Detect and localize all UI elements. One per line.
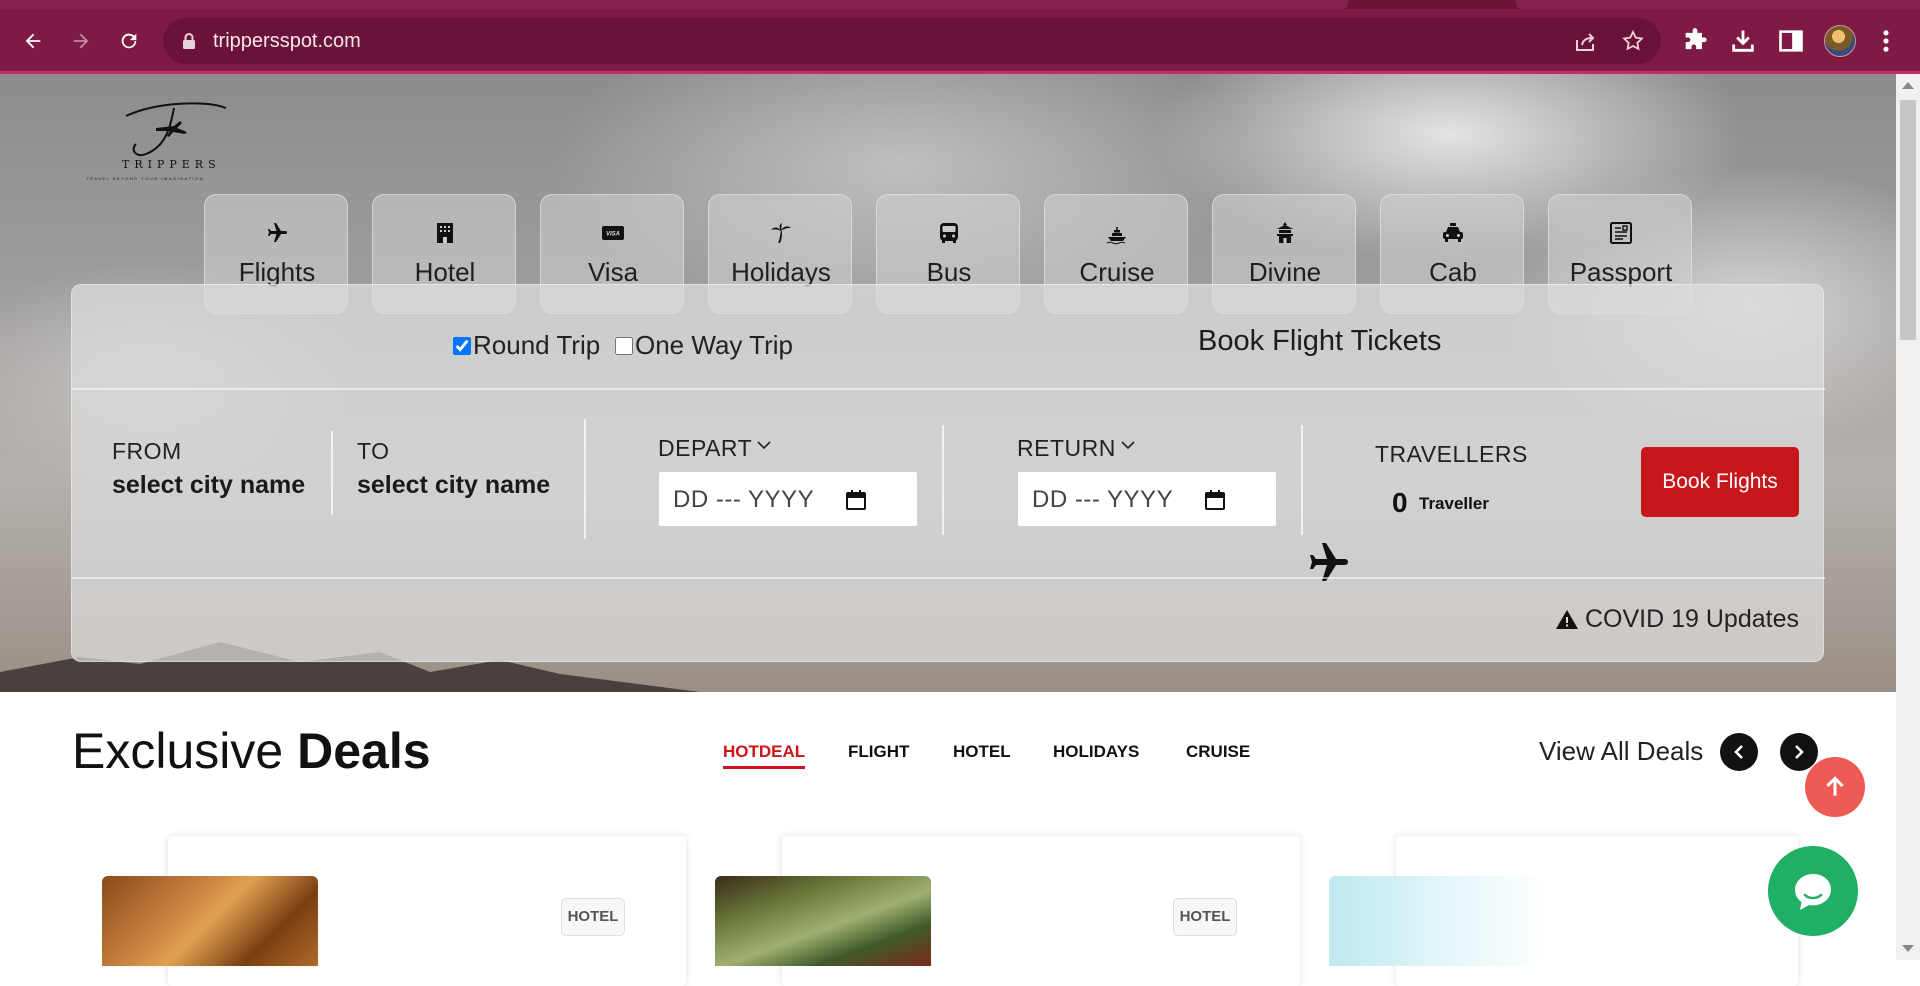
- logo-mark: [125, 102, 227, 156]
- depart-dropdown[interactable]: DEPART: [658, 435, 772, 462]
- return-date-input[interactable]: DD --- YYYY: [1017, 471, 1277, 527]
- divider: [942, 425, 944, 535]
- view-all-deals-link[interactable]: View All Deals: [1539, 736, 1703, 767]
- temple-icon: [1276, 222, 1294, 243]
- one-way-checkbox[interactable]: [615, 336, 633, 355]
- reload-icon: [121, 33, 137, 49]
- travellers-unit: Traveller: [1419, 494, 1489, 513]
- back-to-top-button[interactable]: [1805, 757, 1865, 817]
- lock-icon: [183, 33, 195, 49]
- arrow-up-icon: [1826, 776, 1844, 796]
- deal-image: [715, 876, 931, 966]
- depart-caption: DEPART: [658, 435, 753, 461]
- back-icon: [25, 33, 41, 49]
- covid-updates-link[interactable]: COVID 19 Updates: [1555, 605, 1799, 634]
- return-placeholder: DD --- YYYY: [1032, 486, 1174, 513]
- plane-icon: [268, 223, 287, 242]
- round-trip-option[interactable]: Round Trip: [453, 330, 600, 361]
- prev-deals-button[interactable]: [1720, 733, 1758, 771]
- chat-bubble-icon: [1795, 874, 1831, 910]
- to-value: select city name: [357, 471, 551, 499]
- chevron-down-icon: [1121, 441, 1135, 450]
- palm-tree-icon: [771, 223, 791, 243]
- return-caption: RETURN: [1017, 435, 1116, 461]
- one-way-label: One Way Trip: [635, 330, 793, 360]
- scroll-down-arrow[interactable]: [1902, 945, 1914, 952]
- flight-search-panel: Round Trip One Way Trip Book Flight Tick…: [71, 284, 1825, 662]
- deal-tab-cruise[interactable]: CRUISE: [1186, 742, 1250, 762]
- plane-icon: [1310, 543, 1348, 581]
- depart-date-input[interactable]: DD --- YYYY: [658, 471, 918, 527]
- svg-text:VISA: VISA: [606, 232, 620, 238]
- deal-image: [1329, 876, 1545, 966]
- download-icon[interactable]: [1729, 27, 1757, 55]
- from-caption: FROM: [112, 438, 182, 464]
- logo-brand: TRIPPERS: [122, 158, 221, 171]
- deal-tab-hotel[interactable]: HOTEL: [953, 742, 1011, 762]
- travellers-count: 0: [1392, 487, 1408, 518]
- deal-tab-holidays[interactable]: HOLIDAYS: [1053, 742, 1139, 762]
- calendar-icon[interactable]: [1204, 489, 1226, 511]
- address-bar[interactable]: trippersspot.com: [163, 18, 1661, 64]
- reload-button[interactable]: [112, 24, 146, 58]
- forward-icon: [73, 33, 89, 49]
- from-value: select city name: [112, 471, 306, 499]
- site-logo[interactable]: TRIPPERS TRAVEL BEYOND YOUR IMAGINATION: [86, 98, 258, 194]
- travellers-caption: TRAVELLERS: [1375, 441, 1528, 467]
- calendar-icon[interactable]: [845, 489, 867, 511]
- deal-badge: HOTEL: [1173, 898, 1237, 936]
- url-text: trippersspot.com: [213, 30, 361, 52]
- bus-icon: [940, 223, 958, 243]
- divider: [72, 388, 1825, 390]
- share-icon[interactable]: [1573, 30, 1597, 54]
- menu-icon[interactable]: [1872, 27, 1900, 55]
- covid-label: COVID 19 Updates: [1585, 605, 1799, 633]
- hero-section: TRIPPERS TRAVEL BEYOND YOUR IMAGINATION …: [0, 74, 1896, 692]
- scroll-up-arrow[interactable]: [1902, 82, 1914, 89]
- deals-heading-light: Exclusive: [72, 723, 284, 779]
- page-scrollbar[interactable]: [1896, 74, 1920, 960]
- return-dropdown[interactable]: RETURN: [1017, 435, 1136, 462]
- panel-headline: Book Flight Tickets: [1198, 325, 1442, 357]
- taxi-icon: [1443, 223, 1463, 242]
- ship-icon: [1106, 227, 1126, 245]
- divider: [72, 577, 1825, 579]
- divider: [1301, 425, 1303, 535]
- tab-strip: [0, 0, 1920, 9]
- deal-tab-flight[interactable]: FLIGHT: [848, 742, 909, 762]
- deal-badge: HOTEL: [561, 898, 625, 936]
- deal-image: [102, 876, 318, 966]
- round-trip-label: Round Trip: [473, 330, 601, 360]
- hotel-icon: [437, 223, 453, 243]
- chat-button[interactable]: [1768, 846, 1858, 936]
- chevron-left-icon: [1734, 745, 1743, 759]
- browser-tab[interactable]: [0, 0, 1348, 9]
- extensions-icon[interactable]: [1681, 27, 1709, 55]
- deals-heading: Exclusive Deals: [72, 722, 431, 780]
- deal-tab-hotdeal[interactable]: HOTDEAL: [723, 742, 806, 769]
- star-icon[interactable]: [1621, 29, 1645, 53]
- passport-icon: [1610, 222, 1632, 244]
- visa-card-icon: VISA: [602, 226, 624, 240]
- avatar[interactable]: [1824, 25, 1856, 57]
- book-flights-button[interactable]: Book Flights: [1641, 447, 1799, 517]
- one-way-option[interactable]: One Way Trip: [615, 330, 793, 361]
- round-trip-checkbox[interactable]: [453, 336, 471, 355]
- divider: [331, 431, 333, 515]
- logo-tagline: TRAVEL BEYOND YOUR IMAGINATION: [86, 176, 204, 181]
- depart-placeholder: DD --- YYYY: [673, 486, 815, 513]
- back-button[interactable]: [16, 24, 50, 58]
- to-caption: TO: [357, 438, 390, 464]
- browser-tab[interactable]: [1516, 0, 1920, 9]
- chevron-down-icon: [757, 441, 771, 450]
- deals-heading-bold: Deals: [297, 723, 431, 779]
- warning-icon: [1556, 609, 1578, 629]
- forward-button[interactable]: [64, 24, 98, 58]
- browser-toolbar: trippersspot.com: [0, 0, 1920, 74]
- scrollbar-thumb[interactable]: [1900, 100, 1916, 340]
- sidepanel-icon[interactable]: [1777, 27, 1805, 55]
- chevron-right-icon: [1795, 745, 1804, 759]
- divider: [584, 419, 586, 539]
